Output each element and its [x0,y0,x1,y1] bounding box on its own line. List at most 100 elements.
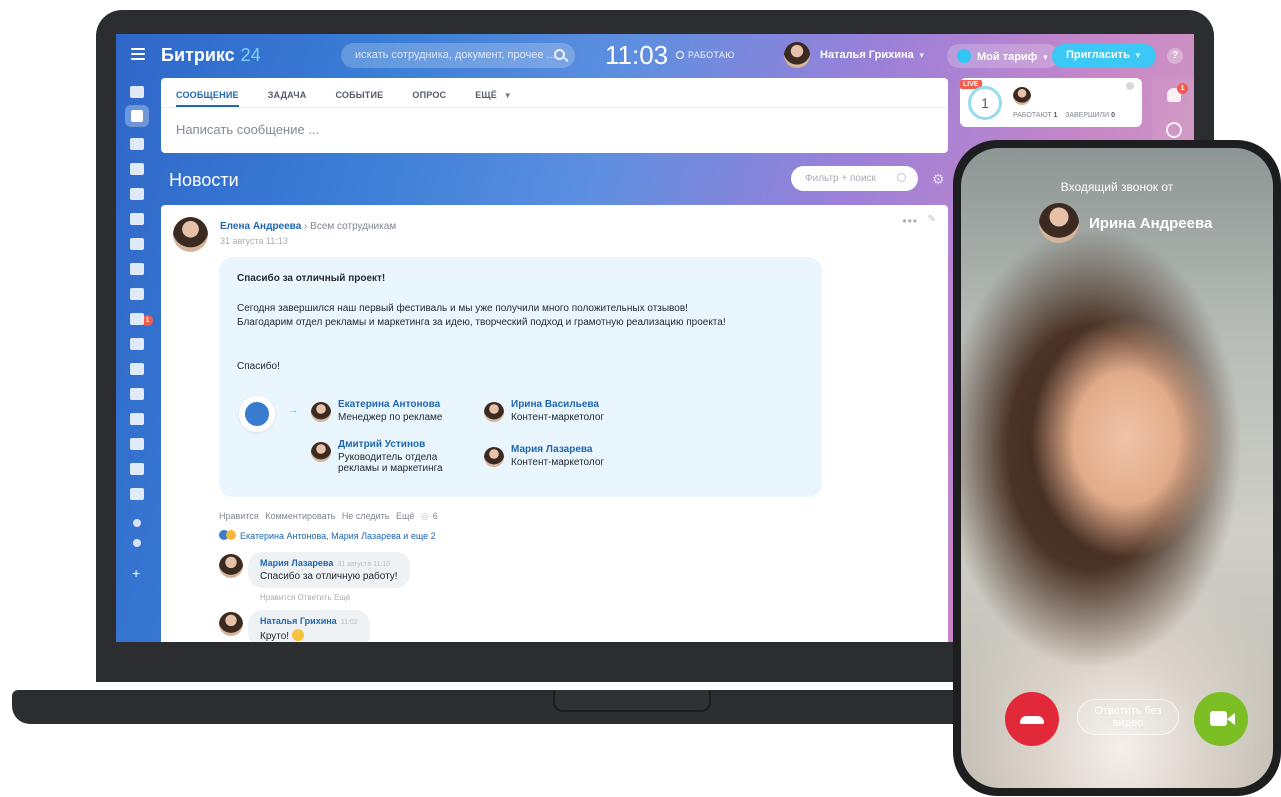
thanked-person[interactable]: Ирина Васильева Контент-маркетолог [484,399,604,423]
invite-button[interactable]: Пригласить ▼ [1052,44,1156,68]
done-label: ЗАВЕРШИЛИ [1065,112,1110,119]
sidebar-item-groups[interactable] [130,263,144,275]
sidebar-item-crm[interactable] [130,313,144,325]
chevron-down-icon: ▼ [917,50,926,60]
answer-without-video-button[interactable]: Ответить без видео [1077,699,1179,735]
pin-icon[interactable]: ✎ [928,214,936,225]
tab-poll[interactable]: ОПРОС [412,78,446,107]
tariff-button[interactable]: Мой тариф ▼ [947,44,1060,68]
logo-text: Битрикс [161,45,235,65]
person-name[interactable]: Мария Лазарева [511,444,604,455]
sidebar-item-start[interactable] [130,86,144,98]
app-logo[interactable]: Битрикс 24 [161,45,261,66]
filter-placeholder: Фильтр + поиск [805,173,876,184]
thanks-card: Спасибо за отличный проект! Сегодня заве… [219,257,822,497]
post-author-link[interactable]: Елена Андреева [220,221,301,232]
sidebar-item-contact-center[interactable] [130,413,144,425]
sidebar-item-shop[interactable] [130,363,144,375]
sidebar-item-marketing[interactable] [130,338,144,350]
filter-search-input[interactable]: Фильтр + поиск [791,166,918,191]
sidebar-sitemap-icon[interactable] [133,519,141,527]
comment-time[interactable]: 31 августа 11:10 [337,561,390,568]
post-date[interactable]: 31 августа 11:13 [220,236,288,246]
sidebar-item-sites[interactable] [130,388,144,400]
sidebar-item-feed[interactable] [125,105,149,127]
chat-icon[interactable] [1166,122,1182,138]
avatar[interactable] [219,554,243,578]
sidebar-item-more[interactable] [130,488,144,500]
laptop-notch [553,690,711,712]
eye-icon: ◎ [420,511,429,521]
person-name[interactable]: Дмитрий Устинов [338,439,468,450]
tab-task[interactable]: ЗАДАЧА [268,78,307,107]
answer-video-button[interactable] [1194,692,1248,746]
help-icon[interactable] [1126,82,1134,90]
tab-message[interactable]: СООБЩЕНИЕ [176,78,239,107]
sidebar-item-chats[interactable] [130,138,144,150]
avatar[interactable] [173,217,208,252]
search-icon [897,173,906,182]
search-placeholder: искать сотрудника, документ, прочее ... [355,49,556,61]
sidebar-item-company[interactable] [130,463,144,475]
sidebar-item-mail[interactable] [130,238,144,250]
post-body-closing: Спасибо! [237,361,280,372]
logo-number: 24 [240,45,261,65]
tab-more[interactable]: ЕЩЁ ▼ [475,78,512,107]
person-name[interactable]: Екатерина Антонова [338,399,443,410]
comment-author[interactable]: Мария Лазарева [260,558,333,568]
tariff-label: Мой тариф [977,51,1038,63]
arrow-right-icon: → [288,405,298,416]
likers-list[interactable]: Екатерина Антонова, Мария Лазарева и еще… [219,530,436,541]
post-body: Сегодня завершился наш первый фестиваль … [237,303,726,328]
gear-icon[interactable]: ⚙ [932,171,945,188]
comment-time[interactable]: 11:02 [341,619,358,626]
sidebar-add-icon[interactable]: + [132,565,140,581]
sidebar-item-documents[interactable] [130,188,144,200]
message-input[interactable]: Написать сообщение ... [161,108,948,151]
menu-icon[interactable] [131,48,145,60]
unfollow-button[interactable]: Не следить [342,511,390,521]
like-button[interactable]: Нравится [219,511,259,521]
chevron-down-icon: ▼ [503,91,512,100]
sidebar-item-inventory[interactable] [130,438,144,450]
person-name[interactable]: Ирина Васильева [511,399,604,410]
search-icon[interactable] [554,49,565,60]
comment-actions[interactable]: Нравится Ответить Ещё [260,593,350,602]
sidebar-settings-icon[interactable] [133,539,141,547]
thanked-person[interactable]: Мария Лазарева Контент-маркетолог [484,444,604,468]
avatar [1013,87,1031,105]
live-count: 1 [968,86,1002,120]
invite-label: Пригласить [1066,49,1130,61]
tab-more-label: ЕЩЁ [475,90,498,100]
live-widget[interactable]: LIVE 1 РАБОТАЮТ 1 ЗАВЕРШИЛИ 0 [960,78,1142,127]
post-composer: СООБЩЕНИЕ ЗАДАЧА СОБЫТИЕ ОПРОС ЕЩЁ ▼ Нап… [161,78,948,153]
decline-call-button[interactable] [1005,692,1059,746]
search-input[interactable]: искать сотрудника, документ, прочее ... [341,43,575,68]
clock[interactable]: 11:03 [605,40,668,71]
avatar [311,402,331,422]
work-status-icon [676,51,684,59]
work-status[interactable]: РАБОТАЮ [676,50,735,60]
comment-author[interactable]: Наталья Грихина [260,616,337,626]
sidebar-item-drive[interactable] [130,213,144,225]
incoming-call-screen: Входящий звонок от Ирина Андреева Ответи… [961,148,1273,788]
comment-bubble: Мария Лазарева 31 августа 11:10 Спасибо з… [248,552,410,588]
composer-tabs: СООБЩЕНИЕ ЗАДАЧА СОБЫТИЕ ОПРОС ЕЩЁ ▼ [161,78,948,108]
post-recipients[interactable]: Всем сотрудникам [310,221,396,232]
sidebar-item-tasks[interactable] [130,288,144,300]
avatar[interactable] [219,612,243,636]
avatar [1039,203,1079,243]
thanked-person[interactable]: Дмитрий Устинов Руководитель отдела рекла… [311,439,468,474]
post-actions: Нравится Комментировать Не следить Ещё ◎… [219,511,442,522]
thanked-person[interactable]: Екатерина Антонова Менеджер по рекламе [311,399,443,423]
sidebar-item-calendar[interactable] [130,163,144,175]
user-menu[interactable]: Наталья Грихина ▼ [784,42,926,68]
tab-event[interactable]: СОБЫТИЕ [335,78,383,107]
more-icon[interactable]: ••• [902,214,918,228]
likers-text: Екатерина Антонова, Мария Лазарева и еще… [240,531,436,541]
more-button[interactable]: Ещё [396,511,414,521]
user-name: Наталья Грихина [820,49,914,61]
help-icon[interactable]: ? [1167,48,1183,64]
done-count: 0 [1111,112,1115,119]
comment-button[interactable]: Комментировать [265,511,335,521]
